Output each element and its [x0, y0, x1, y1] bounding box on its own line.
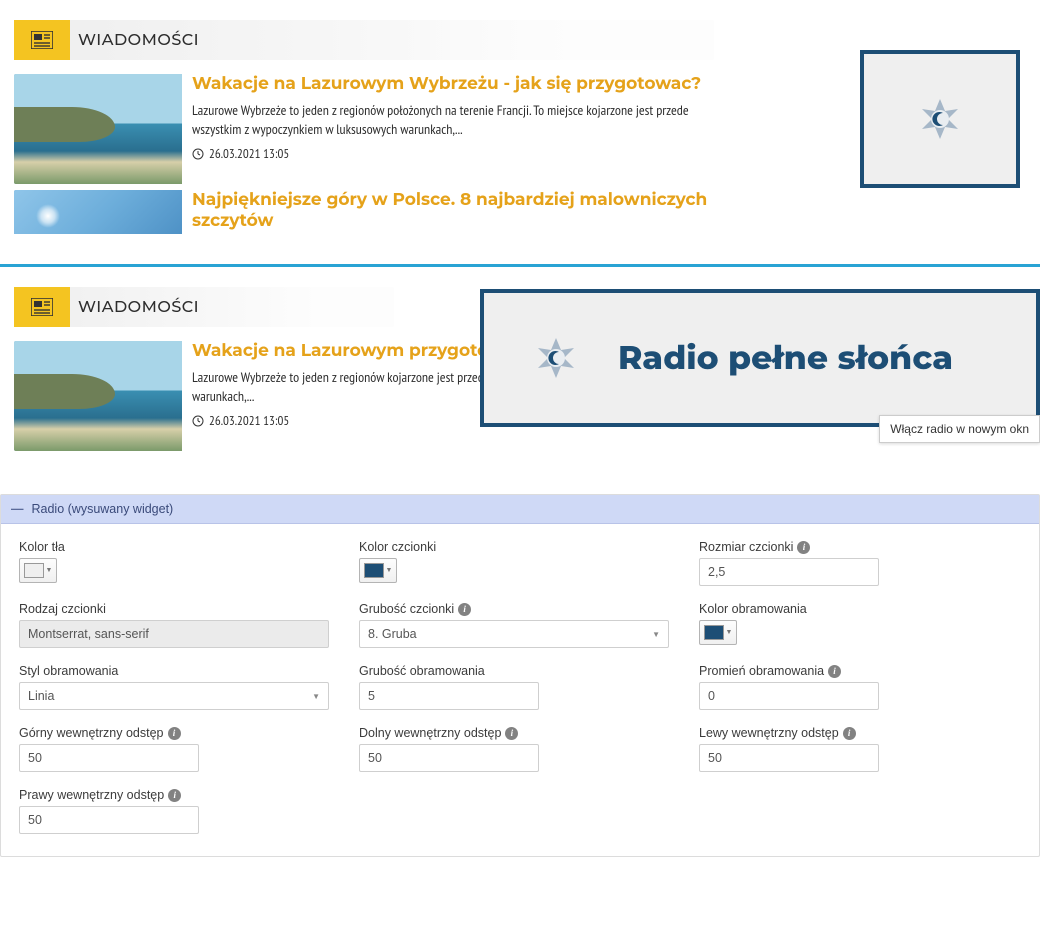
font-family-label: Rodzaj czcionki	[19, 602, 341, 616]
info-icon[interactable]: i	[168, 727, 181, 740]
pad-left-input[interactable]	[699, 744, 879, 772]
clock-icon	[192, 148, 204, 160]
chevron-down-icon: ▼	[386, 567, 393, 574]
info-icon[interactable]: i	[797, 541, 810, 554]
newspaper-icon	[14, 20, 70, 60]
news-thumbnail[interactable]	[14, 74, 182, 184]
newspaper-icon	[14, 287, 70, 327]
radio-widget-collapsed[interactable]	[860, 50, 1020, 188]
news-section-header: WIADOMOŚCI	[14, 287, 394, 327]
panel-title: Radio (wysuwany widget)	[32, 502, 174, 516]
border-color-picker[interactable]: ▼	[699, 620, 737, 645]
chevron-down-icon: ▼	[652, 630, 660, 639]
pad-bottom-input[interactable]	[359, 744, 539, 772]
info-icon[interactable]: i	[828, 665, 841, 678]
radio-widget-expanded[interactable]: Radio pełne słońca	[480, 289, 1040, 427]
news-excerpt: Lazurowe Wybrzeże to jeden z regionów po…	[192, 101, 714, 139]
sun-moon-icon	[918, 97, 962, 141]
info-icon[interactable]: i	[505, 727, 518, 740]
border-radius-label: Promień obramowania i	[699, 664, 1021, 678]
panel-header[interactable]: — Radio (wysuwany widget)	[1, 495, 1039, 524]
widget-tooltip: Włącz radio w nowym okn	[879, 415, 1040, 443]
news-list: Wakacje na Lazurowym Wybrzeżu - jak się …	[14, 74, 714, 234]
info-icon[interactable]: i	[843, 727, 856, 740]
radio-widget-settings-panel: — Radio (wysuwany widget) Kolor tła ▼ Ko…	[0, 494, 1040, 857]
preview-block-expanded: WIADOMOŚCI Wakacje na Lazurowym przygoto…	[0, 267, 1040, 466]
chevron-down-icon: ▼	[312, 692, 320, 701]
chevron-down-icon: ▼	[726, 629, 733, 636]
pad-left-label: Lewy wewnętrzny odstęp i	[699, 726, 1021, 740]
widget-text: Radio pełne słońca	[618, 338, 953, 378]
font-color-label: Kolor czcionki	[359, 540, 681, 554]
border-style-select[interactable]: Linia▼	[19, 682, 329, 710]
news-thumbnail[interactable]	[14, 341, 182, 451]
border-style-label: Styl obramowania	[19, 664, 341, 678]
border-radius-input[interactable]	[699, 682, 879, 710]
news-section-header: WIADOMOŚCI	[14, 20, 714, 60]
news-date: 26.03.2021 13:05	[209, 145, 289, 162]
collapse-icon[interactable]: —	[11, 502, 24, 516]
news-headline[interactable]: Wakacje na Lazurowym Wybrzeżu - jak się …	[192, 74, 714, 95]
border-width-label: Grubość obramowania	[359, 664, 681, 678]
pad-right-input[interactable]	[19, 806, 199, 834]
border-color-label: Kolor obramowania	[699, 602, 1021, 616]
pad-top-input[interactable]	[19, 744, 199, 772]
font-size-input[interactable]	[699, 558, 879, 586]
border-color-swatch	[704, 625, 724, 640]
info-icon[interactable]: i	[458, 603, 471, 616]
news-item: Najpiękniejsze góry w Polsce. 8 najbardz…	[14, 190, 714, 234]
section-title: WIADOMOŚCI	[78, 31, 199, 50]
border-width-input[interactable]	[359, 682, 539, 710]
font-family-input[interactable]	[19, 620, 329, 648]
font-weight-label: Grubość czcionki i	[359, 602, 681, 616]
bg-color-label: Kolor tła	[19, 540, 341, 554]
bg-color-picker[interactable]: ▼	[19, 558, 57, 583]
font-size-label: Rozmiar czcionki i	[699, 540, 1021, 554]
news-date: 26.03.2021 13:05	[209, 412, 289, 429]
font-color-picker[interactable]: ▼	[359, 558, 397, 583]
news-thumbnail[interactable]	[14, 190, 182, 234]
pad-top-label: Górny wewnętrzny odstęp i	[19, 726, 341, 740]
chevron-down-icon: ▼	[46, 567, 53, 574]
bg-color-swatch	[24, 563, 44, 578]
news-headline[interactable]: Najpiękniejsze góry w Polsce. 8 najbardz…	[192, 190, 714, 233]
pad-right-label: Prawy wewnętrzny odstęp i	[19, 788, 341, 802]
sun-moon-icon	[534, 336, 578, 380]
font-weight-select[interactable]: 8. Gruba▼	[359, 620, 669, 648]
section-title: WIADOMOŚCI	[78, 298, 199, 317]
clock-icon	[192, 415, 204, 427]
font-color-swatch	[364, 563, 384, 578]
news-item: Wakacje na Lazurowym Wybrzeżu - jak się …	[14, 74, 714, 184]
pad-bottom-label: Dolny wewnętrzny odstęp i	[359, 726, 681, 740]
info-icon[interactable]: i	[168, 789, 181, 802]
preview-block-collapsed: WIADOMOŚCI Wakacje na Lazurowym Wybrzeżu…	[0, 0, 1040, 234]
news-meta: 26.03.2021 13:05	[192, 145, 714, 162]
